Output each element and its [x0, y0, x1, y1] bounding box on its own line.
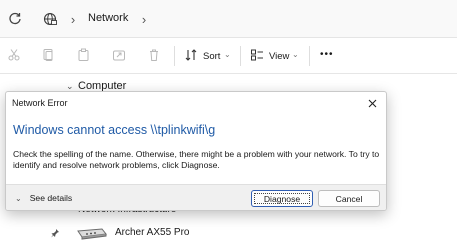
refresh-icon[interactable]	[7, 11, 23, 27]
diagnose-button[interactable]: Diagnose	[251, 190, 313, 207]
breadcrumb-network[interactable]: Network	[88, 12, 128, 24]
router-icon	[76, 226, 108, 245]
address-bar: › Network ›	[0, 0, 457, 38]
toolbar-divider	[174, 46, 175, 66]
sort-icon[interactable]	[184, 48, 200, 64]
toolbar-divider	[240, 46, 241, 66]
error-heading: Windows cannot access \\tplinkwifi\g	[13, 123, 216, 137]
chevron-down-icon[interactable]: ⌄	[224, 50, 231, 59]
chevron-down-icon: ⌄	[15, 193, 22, 203]
more-options-button[interactable]: •••	[320, 49, 334, 60]
delete-icon[interactable]	[147, 48, 163, 64]
view-button[interactable]: View	[269, 51, 289, 62]
close-icon[interactable]	[364, 95, 380, 111]
dialog-title: Network Error	[12, 98, 68, 108]
cancel-button[interactable]: Cancel	[318, 190, 380, 207]
share-icon[interactable]	[112, 48, 128, 64]
sort-button[interactable]: Sort	[203, 51, 220, 62]
chevron-down-icon[interactable]: ⌄	[292, 50, 299, 59]
see-details-toggle[interactable]: ⌄ See details	[15, 193, 72, 203]
network-globe-icon	[42, 11, 58, 27]
toolbar-divider	[309, 46, 310, 66]
copy-icon[interactable]	[41, 48, 57, 64]
dialog-footer: ⌄ See details Diagnose Cancel	[6, 184, 386, 210]
network-error-dialog: Network Error Windows cannot access \\tp…	[5, 91, 387, 211]
cut-icon[interactable]	[7, 48, 23, 64]
see-details-label: See details	[29, 193, 73, 203]
view-icon[interactable]	[250, 48, 266, 64]
pin-icon	[50, 225, 60, 243]
chevron-right-icon[interactable]: ›	[67, 11, 79, 27]
paste-icon[interactable]	[77, 48, 93, 64]
chevron-right-icon[interactable]: ›	[138, 11, 150, 27]
device-label[interactable]: Archer AX55 Pro	[115, 227, 189, 238]
error-message: Check the spelling of the name. Otherwis…	[13, 149, 380, 170]
command-toolbar: Sort ⌄ View ⌄ •••	[0, 38, 457, 74]
